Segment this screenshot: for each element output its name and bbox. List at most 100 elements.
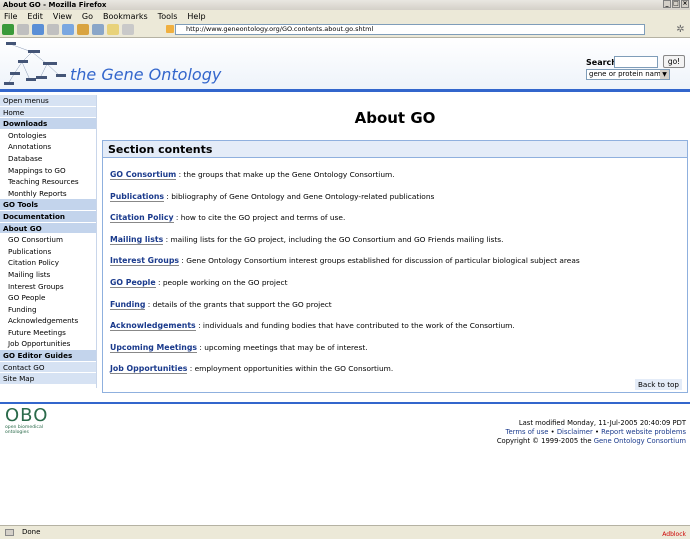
entry-description: : employment opportunities within the GO… — [189, 364, 394, 374]
copyright-text: Copyright © 1999-2005 the — [496, 437, 592, 445]
menu-bar: File Edit View Go Bookmarks Tools Help — [0, 10, 690, 22]
sidebar-item-citation-policy[interactable]: Citation Policy — [0, 257, 96, 269]
sidebar-item-interest-groups[interactable]: Interest Groups — [0, 280, 96, 293]
menu-go[interactable]: Go — [82, 12, 93, 21]
sidebar-item-open-menus[interactable]: Open menus — [0, 95, 96, 107]
history-icon[interactable] — [122, 24, 134, 35]
footer-separator: • — [550, 428, 555, 436]
entry-link-publications[interactable]: Publications — [110, 191, 165, 202]
sidebar-item-monthly-reports[interactable]: Monthly Reports — [0, 187, 96, 200]
sidebar-item-go-tools[interactable]: GO Tools — [0, 199, 96, 211]
status-bar: Done Adblock — [0, 525, 690, 539]
ontology-graph-icon — [4, 42, 66, 85]
section-entry: Acknowledgements : individuals and fundi… — [110, 321, 515, 332]
sidebar-item-future-meetings[interactable]: Future Meetings — [0, 326, 96, 339]
section-entry: GO Consortium : the groups that make up … — [110, 170, 395, 180]
sidebar-item-database[interactable]: Database — [0, 152, 96, 165]
page-favicon-icon — [166, 25, 174, 33]
entry-description: : individuals and funding bodies that ha… — [198, 321, 515, 331]
entry-link-mailing-lists[interactable]: Mailing lists — [110, 234, 164, 245]
sidebar-item-funding[interactable]: Funding — [0, 303, 96, 316]
minimize-icon[interactable]: _ — [663, 0, 671, 8]
back-to-top-link[interactable]: Back to top — [634, 379, 682, 390]
entry-description: : the groups that make up the Gene Ontol… — [178, 170, 395, 179]
forward-icon[interactable] — [17, 24, 29, 35]
section-entry: Publications : bibliography of Gene Onto… — [110, 191, 435, 202]
sidebar-item-acknowledgements[interactable]: Acknowledgements — [0, 315, 96, 327]
entry-description: : Gene Ontology Consortium interest grou… — [181, 256, 580, 266]
sidebar-item-publications[interactable]: Publications — [0, 245, 96, 258]
sidebar-item-go-consortium[interactable]: GO Consortium — [0, 234, 96, 246]
search-scope-select[interactable]: gene or protein name — [586, 69, 670, 80]
sidebar-item-documentation[interactable]: Documentation — [0, 210, 96, 223]
section-heading: Section contents — [103, 141, 687, 158]
menu-tools[interactable]: Tools — [158, 12, 178, 21]
sidebar-item-annotations[interactable]: Annotations — [0, 141, 96, 153]
footer-divider — [0, 402, 690, 404]
disclaimer-link[interactable]: Disclaimer — [557, 428, 593, 436]
status-page-icon — [5, 529, 14, 536]
window-title-bar: About GO - Mozilla Firefox _ □ × — [0, 0, 690, 10]
sidebar-item-about-go[interactable]: About GO — [0, 222, 96, 235]
chevron-down-icon[interactable]: ▼ — [660, 70, 669, 79]
report-problems-link[interactable]: Report website problems — [601, 428, 686, 436]
sidebar-item-teaching-resources[interactable]: Teaching Resources — [0, 176, 96, 188]
adblock-icon[interactable]: Adblock — [662, 528, 686, 541]
close-icon[interactable]: × — [681, 0, 689, 8]
entry-link-acknowledgements[interactable]: Acknowledgements — [110, 321, 196, 332]
search-label: Search — [586, 58, 617, 67]
sidebar-item-contact-go[interactable]: Contact GO — [0, 361, 96, 374]
last-modified: Last modified Monday, 11-Jul-2005 20:40:… — [518, 419, 686, 427]
entry-link-upcoming-meetings[interactable]: Upcoming Meetings — [110, 342, 198, 353]
section-entry: Mailing lists : mailing lists for the GO… — [110, 234, 504, 245]
sidebar-nav: Open menus Home Downloads Ontologies Annotat… — [0, 95, 97, 388]
menu-bookmarks[interactable]: Bookmarks — [103, 12, 148, 21]
print-icon[interactable] — [107, 24, 119, 35]
address-bar[interactable]: http://www.geneontology.org/GO.contents.… — [175, 24, 645, 35]
entry-link-interest-groups[interactable]: Interest Groups — [110, 256, 180, 267]
menu-file[interactable]: File — [4, 12, 17, 21]
sidebar-item-ontologies[interactable]: Ontologies — [0, 129, 96, 142]
search-go-button[interactable]: go! — [663, 55, 685, 68]
sidebar-item-downloads[interactable]: Downloads — [0, 118, 96, 130]
sidebar-item-home[interactable]: Home — [0, 106, 96, 119]
home-icon[interactable] — [62, 24, 74, 35]
bookmark-icon[interactable] — [77, 24, 89, 35]
entry-link-go-people[interactable]: GO People — [110, 278, 156, 288]
search-input[interactable] — [614, 56, 658, 68]
entry-link-citation-policy[interactable]: Citation Policy — [110, 213, 174, 224]
sidebar-item-go-editor-guides[interactable]: GO Editor Guides — [0, 350, 96, 362]
footer-separator: • — [594, 428, 599, 436]
back-icon[interactable] — [2, 24, 14, 35]
section-entry: Funding : details of the grants that sup… — [110, 299, 332, 310]
maximize-icon[interactable]: □ — [672, 0, 680, 8]
sidebar-item-job-opportunities[interactable]: Job Opportunities — [0, 338, 96, 351]
sidebar-item-mappings-to-go[interactable]: Mappings to GO — [0, 164, 96, 177]
entry-link-go-consortium[interactable]: GO Consortium — [110, 170, 177, 180]
menu-edit[interactable]: Edit — [27, 12, 43, 21]
sidebar-item-mailing-lists[interactable]: Mailing lists — [0, 268, 96, 281]
section-entry: GO People : people working on the GO pro… — [110, 278, 288, 288]
entry-link-job-opportunities[interactable]: Job Opportunities — [110, 364, 188, 375]
menu-help[interactable]: Help — [187, 12, 205, 21]
obo-logo[interactable]: OBO open biomedical ontologies — [5, 405, 67, 436]
entry-link-funding[interactable]: Funding — [110, 299, 146, 310]
terms-link[interactable]: Terms of use — [506, 428, 549, 436]
stop-icon[interactable] — [47, 24, 59, 35]
site-title[interactable]: the Gene Ontology — [70, 65, 221, 84]
entry-description: : upcoming meetings that may be of inter… — [199, 342, 368, 352]
obo-logo-caption: open biomedical ontologies — [5, 425, 44, 435]
section-entry: Citation Policy : how to cite the GO pro… — [110, 213, 346, 224]
sidebar-item-go-people[interactable]: GO People — [0, 292, 96, 304]
sidebar-item-site-map[interactable]: Site Map — [0, 373, 96, 385]
entry-description: : bibliography of Gene Ontology and Gene… — [166, 191, 435, 201]
window-title: About GO - Mozilla Firefox — [3, 1, 107, 9]
entry-description: : mailing lists for the GO project, incl… — [165, 234, 504, 244]
reload-icon[interactable] — [32, 24, 44, 35]
page-title: About GO — [354, 109, 436, 127]
consortium-link[interactable]: Gene Ontology Consortium — [594, 437, 686, 445]
entry-description: : how to cite the GO project and terms o… — [175, 213, 346, 223]
menu-view[interactable]: View — [53, 12, 72, 21]
mail-icon[interactable] — [92, 24, 104, 35]
obo-logo-text: OBO — [5, 405, 49, 426]
